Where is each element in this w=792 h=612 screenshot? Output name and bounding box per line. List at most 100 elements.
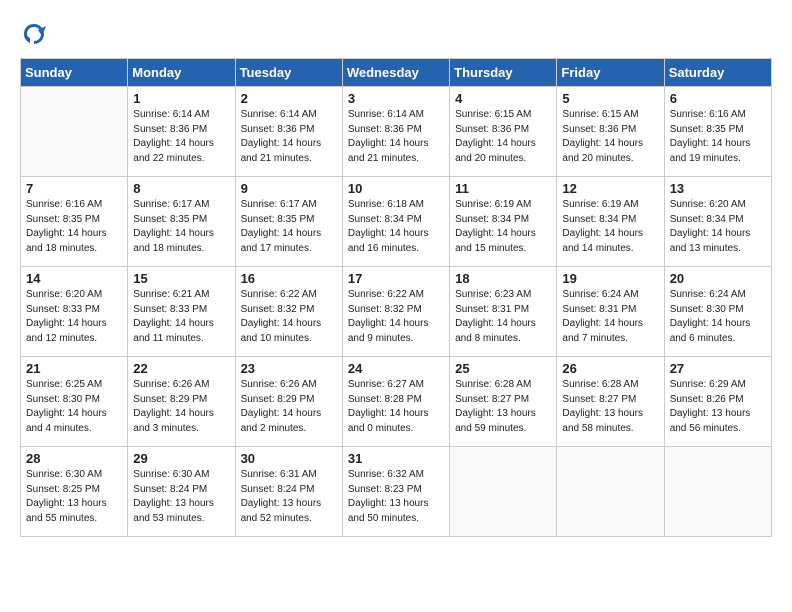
calendar-cell: 30 Sunrise: 6:31 AMSunset: 8:24 PMDayligh… [235,447,342,537]
cell-content: Sunrise: 6:14 AMSunset: 8:36 PMDaylight:… [241,108,337,166]
calendar-cell: 5 Sunrise: 6:15 AMSunset: 8:36 PMDaylight… [557,87,664,177]
day-number: 22 [133,361,229,376]
day-number: 11 [455,181,551,196]
cell-content: Sunrise: 6:30 AMSunset: 8:25 PMDaylight:… [26,468,122,526]
day-number: 25 [455,361,551,376]
calendar-cell: 25 Sunrise: 6:28 AMSunset: 8:27 PMDayligh… [450,357,557,447]
calendar-cell [450,447,557,537]
weekday-header-row: SundayMondayTuesdayWednesdayThursdayFrid… [21,59,772,87]
day-number: 4 [455,91,551,106]
cell-content: Sunrise: 6:20 AMSunset: 8:34 PMDaylight:… [670,198,766,256]
cell-content: Sunrise: 6:26 AMSunset: 8:29 PMDaylight:… [133,378,229,436]
calendar-cell [21,87,128,177]
day-number: 29 [133,451,229,466]
cell-content: Sunrise: 6:19 AMSunset: 8:34 PMDaylight:… [455,198,551,256]
day-number: 28 [26,451,122,466]
cell-content: Sunrise: 6:28 AMSunset: 8:27 PMDaylight:… [455,378,551,436]
day-number: 13 [670,181,766,196]
week-row-1: 1 Sunrise: 6:14 AMSunset: 8:36 PMDaylight… [21,87,772,177]
day-number: 15 [133,271,229,286]
calendar-cell [664,447,771,537]
cell-content: Sunrise: 6:22 AMSunset: 8:32 PMDaylight:… [348,288,444,346]
calendar-cell: 20Sunrise: 6:24 AMSunset: 8:30 PMDayligh… [664,267,771,357]
day-number: 18 [455,271,551,286]
day-number: 24 [348,361,444,376]
calendar-cell: 10Sunrise: 6:18 AMSunset: 8:34 PMDayligh… [342,177,449,267]
cell-content: Sunrise: 6:15 AMSunset: 8:36 PMDaylight:… [562,108,658,166]
calendar-cell: 16 Sunrise: 6:22 AMSunset: 8:32 PMDayligh… [235,267,342,357]
cell-content: Sunrise: 6:14 AMSunset: 8:36 PMDaylight:… [133,108,229,166]
day-number: 1 [133,91,229,106]
day-number: 30 [241,451,337,466]
day-number: 2 [241,91,337,106]
day-number: 7 [26,181,122,196]
calendar-table: SundayMondayTuesdayWednesdayThursdayFrid… [20,58,772,537]
day-number: 14 [26,271,122,286]
calendar-cell: 23 Sunrise: 6:26 AMSunset: 8:29 PMDayligh… [235,357,342,447]
calendar-cell: 27 Sunrise: 6:29 AMSunset: 8:26 PMDayligh… [664,357,771,447]
cell-content: Sunrise: 6:27 AMSunset: 8:28 PMDaylight:… [348,378,444,436]
cell-content: Sunrise: 6:22 AMSunset: 8:32 PMDaylight:… [241,288,337,346]
weekday-header-saturday: Saturday [664,59,771,87]
calendar-cell: 4 Sunrise: 6:15 AMSunset: 8:36 PMDaylight… [450,87,557,177]
calendar-cell: 7Sunrise: 6:16 AMSunset: 8:35 PMDaylight… [21,177,128,267]
calendar-cell: 3Sunrise: 6:14 AMSunset: 8:36 PMDaylight… [342,87,449,177]
calendar-cell: 11 Sunrise: 6:19 AMSunset: 8:34 PMDayligh… [450,177,557,267]
day-number: 17 [348,271,444,286]
cell-content: Sunrise: 6:17 AMSunset: 8:35 PMDaylight:… [133,198,229,256]
cell-content: Sunrise: 6:32 AMSunset: 8:23 PMDaylight:… [348,468,444,526]
week-row-2: 7Sunrise: 6:16 AMSunset: 8:35 PMDaylight… [21,177,772,267]
day-number: 9 [241,181,337,196]
calendar-cell: 9Sunrise: 6:17 AMSunset: 8:35 PMDaylight… [235,177,342,267]
calendar-cell: 12Sunrise: 6:19 AMSunset: 8:34 PMDayligh… [557,177,664,267]
day-number: 5 [562,91,658,106]
day-number: 6 [670,91,766,106]
day-number: 26 [562,361,658,376]
weekday-header-wednesday: Wednesday [342,59,449,87]
calendar-cell: 31 Sunrise: 6:32 AMSunset: 8:23 PMDayligh… [342,447,449,537]
calendar-cell: 19Sunrise: 6:24 AMSunset: 8:31 PMDayligh… [557,267,664,357]
logo [20,20,52,48]
calendar-cell: 24 Sunrise: 6:27 AMSunset: 8:28 PMDayligh… [342,357,449,447]
calendar-cell: 2 Sunrise: 6:14 AMSunset: 8:36 PMDaylight… [235,87,342,177]
cell-content: Sunrise: 6:14 AMSunset: 8:36 PMDaylight:… [348,108,444,166]
day-number: 10 [348,181,444,196]
calendar-cell: 6 Sunrise: 6:16 AMSunset: 8:35 PMDaylight… [664,87,771,177]
weekday-header-sunday: Sunday [21,59,128,87]
cell-content: Sunrise: 6:24 AMSunset: 8:31 PMDaylight:… [562,288,658,346]
calendar-cell: 13 Sunrise: 6:20 AMSunset: 8:34 PMDayligh… [664,177,771,267]
weekday-header-monday: Monday [128,59,235,87]
cell-content: Sunrise: 6:15 AMSunset: 8:36 PMDaylight:… [455,108,551,166]
calendar-cell: 15Sunrise: 6:21 AMSunset: 8:33 PMDayligh… [128,267,235,357]
week-row-5: 28 Sunrise: 6:30 AMSunset: 8:25 PMDayligh… [21,447,772,537]
cell-content: Sunrise: 6:31 AMSunset: 8:24 PMDaylight:… [241,468,337,526]
cell-content: Sunrise: 6:30 AMSunset: 8:24 PMDaylight:… [133,468,229,526]
day-number: 8 [133,181,229,196]
weekday-header-friday: Friday [557,59,664,87]
calendar-cell: 14Sunrise: 6:20 AMSunset: 8:33 PMDayligh… [21,267,128,357]
weekday-header-thursday: Thursday [450,59,557,87]
day-number: 16 [241,271,337,286]
week-row-4: 21Sunrise: 6:25 AMSunset: 8:30 PMDayligh… [21,357,772,447]
cell-content: Sunrise: 6:29 AMSunset: 8:26 PMDaylight:… [670,378,766,436]
calendar-cell [557,447,664,537]
calendar-cell: 28 Sunrise: 6:30 AMSunset: 8:25 PMDayligh… [21,447,128,537]
logo-icon [20,20,48,48]
calendar-cell: 21Sunrise: 6:25 AMSunset: 8:30 PMDayligh… [21,357,128,447]
day-number: 31 [348,451,444,466]
day-number: 20 [670,271,766,286]
header [20,20,772,48]
calendar-cell: 29 Sunrise: 6:30 AMSunset: 8:24 PMDayligh… [128,447,235,537]
cell-content: Sunrise: 6:26 AMSunset: 8:29 PMDaylight:… [241,378,337,436]
cell-content: Sunrise: 6:28 AMSunset: 8:27 PMDaylight:… [562,378,658,436]
page: SundayMondayTuesdayWednesdayThursdayFrid… [0,0,792,547]
day-number: 23 [241,361,337,376]
day-number: 27 [670,361,766,376]
calendar-cell: 26 Sunrise: 6:28 AMSunset: 8:27 PMDayligh… [557,357,664,447]
calendar-cell: 22 Sunrise: 6:26 AMSunset: 8:29 PMDayligh… [128,357,235,447]
day-number: 21 [26,361,122,376]
cell-content: Sunrise: 6:19 AMSunset: 8:34 PMDaylight:… [562,198,658,256]
cell-content: Sunrise: 6:23 AMSunset: 8:31 PMDaylight:… [455,288,551,346]
cell-content: Sunrise: 6:16 AMSunset: 8:35 PMDaylight:… [670,108,766,166]
weekday-header-tuesday: Tuesday [235,59,342,87]
